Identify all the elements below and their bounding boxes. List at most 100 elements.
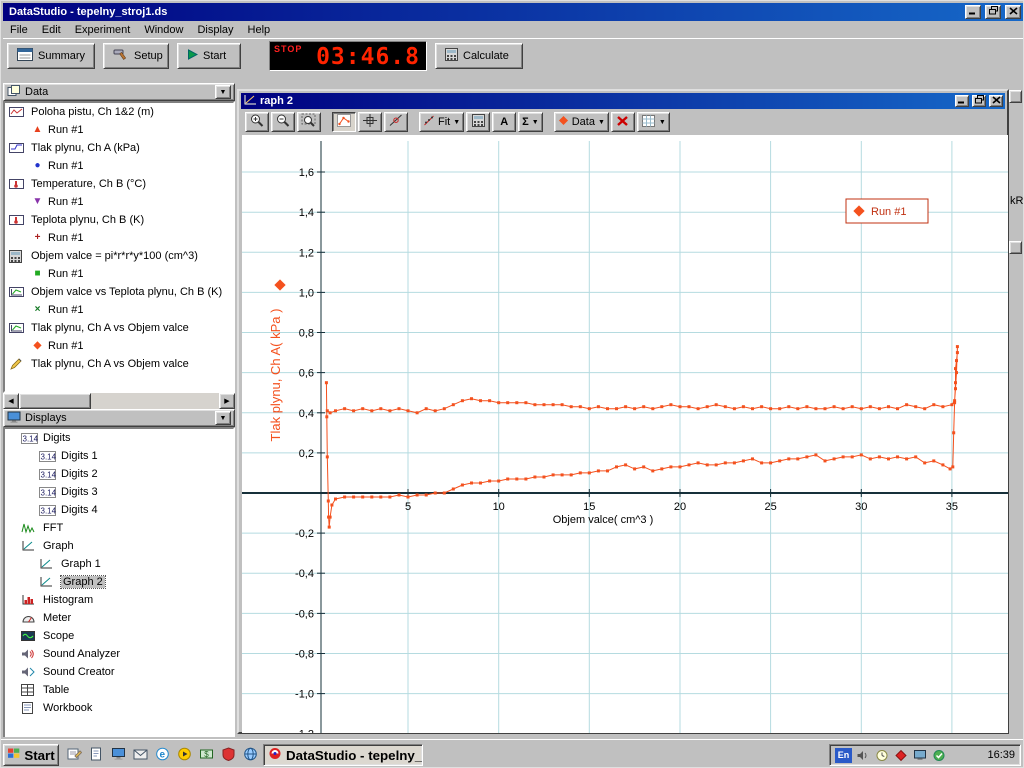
displays-tree-item-label: Digits 4: [61, 504, 98, 516]
tray-antivirus-icon[interactable]: [893, 747, 909, 763]
quicklaunch-browser-icon[interactable]: e: [153, 745, 171, 763]
close-icon: [992, 95, 1001, 107]
graph-minimize-button[interactable]: [955, 95, 969, 107]
pencil-icon: [9, 358, 27, 371]
graph-toolbar-text-tool[interactable]: A: [492, 112, 516, 132]
displays-panel-dropdown-button[interactable]: ▼: [215, 411, 231, 425]
taskbar-task-datastudio[interactable]: DataStudio - tepelny_...: [263, 744, 423, 766]
displays-tree-item-digits-2[interactable]: 3.14Digits 2: [5, 465, 233, 483]
displays-tree-item-digits-1[interactable]: 3.14Digits 1: [5, 447, 233, 465]
quicklaunch-mail-icon[interactable]: [131, 745, 149, 763]
quicklaunch-web-icon[interactable]: [241, 745, 259, 763]
graph-toolbar-slope-tool[interactable]: [384, 112, 408, 132]
scroll-right-button[interactable]: ▶: [219, 393, 235, 409]
displays-tree-item-graph[interactable]: Graph: [5, 537, 233, 555]
data-tree-run-item[interactable]: ▼Run #1: [5, 193, 233, 211]
y-axis-label: Tlak plynu, Ch A( kPa ): [268, 279, 286, 441]
displays-tree-item-sound-creator[interactable]: Sound Creator: [5, 663, 233, 681]
data-tree-item[interactable]: Tlak plynu, Ch A (kPa): [5, 139, 233, 157]
menu-item-display[interactable]: Display: [190, 23, 240, 37]
data-tree-item-label: Teplota plynu, Ch B (K): [31, 214, 144, 226]
graph-toolbar-statistics[interactable]: Σ▼: [518, 112, 543, 132]
data-tree-run-item[interactable]: ■Run #1: [5, 265, 233, 283]
system-tray: En 16:39: [829, 744, 1021, 766]
data-panel-dropdown-button[interactable]: ▼: [215, 85, 231, 99]
quicklaunch-document-icon[interactable]: [87, 745, 105, 763]
data-tree-item[interactable]: Objem valce = pi*r*r*y*100 (cm^3): [5, 247, 233, 265]
svg-text:1,4: 1,4: [299, 207, 314, 219]
svg-text:-1,0: -1,0: [295, 689, 314, 701]
displays-tree-item-digits-4[interactable]: 3.14Digits 4: [5, 501, 233, 519]
data-tree-item[interactable]: Temperature, Ch B (°C): [5, 175, 233, 193]
data-tree-run-item[interactable]: ●Run #1: [5, 157, 233, 175]
graph-toolbar-settings[interactable]: ▼: [637, 112, 670, 132]
data-tree-item[interactable]: Teplota plynu, Ch B (K): [5, 211, 233, 229]
language-indicator[interactable]: En: [835, 748, 852, 763]
quicklaunch-media-icon[interactable]: [175, 745, 193, 763]
displays-tree-item-label: Sound Analyzer: [43, 648, 120, 660]
data-tree-run-item[interactable]: ▲Run #1: [5, 121, 233, 139]
graph-toolbar-scale-to-fit[interactable]: [332, 112, 356, 132]
displays-tree-item-workbook[interactable]: Workbook: [5, 699, 233, 717]
displays-tree-item-graph-2[interactable]: Graph 2: [5, 573, 233, 591]
graph-toolbar-remove[interactable]: [611, 112, 635, 132]
taskbar-clock[interactable]: 16:39: [987, 749, 1015, 761]
quicklaunch-desktop-icon[interactable]: [109, 745, 127, 763]
scroll-thumb[interactable]: [19, 393, 91, 409]
displays-tree-item-histogram[interactable]: Histogram: [5, 591, 233, 609]
data-tree: Poloha pistu, Ch 1&2 (m)▲Run #1Tlak plyn…: [3, 101, 235, 393]
graph-restore-button[interactable]: [972, 95, 986, 107]
graph-close-button[interactable]: [989, 95, 1003, 107]
displays-tree-item-table[interactable]: Table: [5, 681, 233, 699]
tray-display-icon[interactable]: [912, 747, 928, 763]
data-tree-item[interactable]: Tlak plynu, Ch A vs Objem valce: [5, 355, 233, 373]
graph-toolbar-data-menu[interactable]: Data▼: [554, 112, 609, 132]
start-menu-button[interactable]: Start: [3, 744, 59, 766]
start-button[interactable]: Start: [177, 43, 241, 69]
tray-scheduler-icon[interactable]: [874, 747, 890, 763]
graph-toolbar-smart-tool[interactable]: [358, 112, 382, 132]
data-tree-item[interactable]: Objem valce vs Teplota plynu, Ch B (K): [5, 283, 233, 301]
data-tree-item[interactable]: Tlak plynu, Ch A vs Objem valce: [5, 319, 233, 337]
tray-update-icon[interactable]: [931, 747, 947, 763]
background-window-button-2[interactable]: [1009, 241, 1022, 254]
menu-item-experiment[interactable]: Experiment: [68, 23, 138, 37]
close-button[interactable]: [1005, 5, 1021, 19]
scale-to-fit-icon: [336, 113, 352, 131]
data-tree-item[interactable]: Poloha pistu, Ch 1&2 (m): [5, 103, 233, 121]
graph-legend[interactable]: Run #1: [846, 199, 928, 223]
calculate-button[interactable]: Calculate: [435, 43, 523, 69]
minimize-button[interactable]: [965, 5, 981, 19]
restore-button[interactable]: [985, 5, 1001, 19]
menu-item-help[interactable]: Help: [241, 23, 278, 37]
setup-button[interactable]: Setup: [103, 43, 169, 69]
background-window-button[interactable]: [1009, 90, 1022, 103]
data-tree-hscrollbar[interactable]: ◀ ▶: [3, 393, 235, 409]
displays-tree-item-fft[interactable]: FFT: [5, 519, 233, 537]
quicklaunch-editor-icon[interactable]: [65, 745, 83, 763]
displays-tree-item-scope[interactable]: Scope: [5, 627, 233, 645]
menu-item-window[interactable]: Window: [137, 23, 190, 37]
displays-tree-item-graph-1[interactable]: Graph 1: [5, 555, 233, 573]
displays-tree-item-digits[interactable]: 3.14Digits: [5, 429, 233, 447]
graph-toolbar-zoom-in[interactable]: [245, 112, 269, 132]
displays-tree-item-digits-3[interactable]: 3.14Digits 3: [5, 483, 233, 501]
data-tree-run-item[interactable]: ◆Run #1: [5, 337, 233, 355]
summary-button[interactable]: Summary: [7, 43, 95, 69]
scroll-left-button[interactable]: ◀: [3, 393, 19, 409]
tray-volume-icon[interactable]: [855, 747, 871, 763]
data-tree-run-item[interactable]: +Run #1: [5, 229, 233, 247]
graph-toolbar-zoom-select[interactable]: [297, 112, 321, 132]
menu-item-file[interactable]: File: [3, 23, 35, 37]
displays-tree-item-meter[interactable]: Meter: [5, 609, 233, 627]
graph-toolbar-zoom-out[interactable]: [271, 112, 295, 132]
displays-tree-item-sound-analyzer[interactable]: Sound Analyzer: [5, 645, 233, 663]
graph-toolbar-calculator[interactable]: [466, 112, 490, 132]
data-tree-run-item[interactable]: ×Run #1: [5, 301, 233, 319]
graph-toolbar-fit-menu[interactable]: Fit▼: [419, 112, 464, 132]
graph-plot-area[interactable]: 1,61,41,21,00,80,60,40,2-0,2-0,4-0,6-0,8…: [242, 135, 1008, 733]
svg-text:Run #1: Run #1: [871, 206, 906, 218]
menu-item-edit[interactable]: Edit: [35, 23, 68, 37]
quicklaunch-security-icon[interactable]: [219, 745, 237, 763]
quicklaunch-money-icon[interactable]: $: [197, 745, 215, 763]
